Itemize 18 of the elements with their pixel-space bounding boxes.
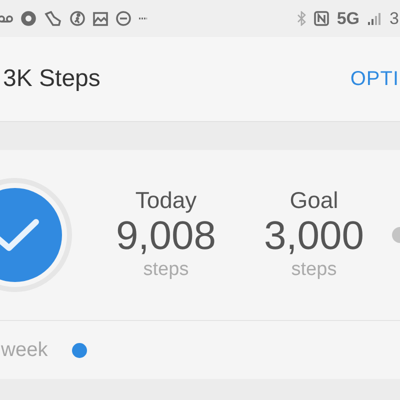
stat-label: Today — [134, 188, 198, 214]
stat-value: 9,008 — [114, 213, 218, 260]
nfc-icon — [314, 11, 329, 26]
app-title: 3K Steps — [3, 64, 100, 94]
image-icon — [93, 12, 108, 26]
more-icon — [139, 17, 147, 20]
week-label: week — [1, 338, 48, 363]
options-button[interactable]: OPTI — [350, 64, 399, 94]
stat-label: Goal — [288, 188, 340, 214]
signal-icon — [368, 12, 382, 25]
voicemail-icon — [0, 14, 13, 22]
battery-percent: 3 — [390, 10, 399, 27]
bluetooth-icon — [296, 11, 306, 26]
minus-circle-icon — [116, 11, 131, 26]
stat-value: 3,000 — [262, 213, 366, 260]
stat-unit: steps — [142, 259, 190, 282]
stat-unit: steps — [290, 259, 338, 282]
network-type: 5G — [336, 10, 360, 27]
